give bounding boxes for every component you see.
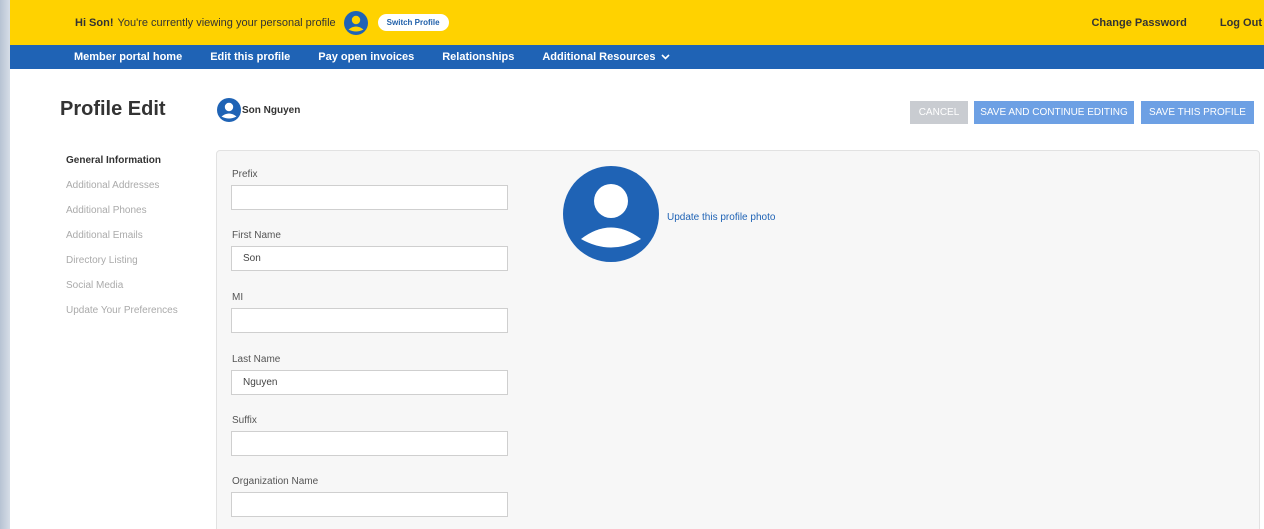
suffix-label: Suffix [232, 415, 257, 426]
prefix-input[interactable] [231, 185, 508, 210]
greeting: Hi Son! [75, 16, 114, 29]
sidebar-item-additional-phones[interactable]: Additional Phones [66, 205, 178, 230]
organization-name-label: Organization Name [232, 476, 319, 487]
organization-name-input[interactable] [231, 492, 508, 517]
main-nav: Member portal home Edit this profile Pay… [10, 45, 1264, 69]
nav-item-label: Additional Resources [542, 51, 656, 63]
nav-item-pay-open-invoices[interactable]: Pay open invoices [318, 51, 414, 63]
nav-item-relationships[interactable]: Relationships [442, 51, 514, 63]
sidebar-item-additional-addresses[interactable]: Additional Addresses [66, 180, 178, 205]
save-profile-button[interactable]: SAVE THIS PROFILE [1141, 101, 1254, 124]
nav-item-edit-profile[interactable]: Edit this profile [210, 51, 290, 63]
general-information-form: Prefix First Name MI Last Name Suffix Or… [216, 150, 1260, 529]
last-name-label: Last Name [232, 354, 281, 365]
account-links: Change Password Log Out [1091, 0, 1264, 45]
sidebar-item-general-information[interactable]: General Information [66, 155, 178, 180]
switch-profile-button[interactable]: Switch Profile [377, 14, 449, 31]
change-password-link[interactable]: Change Password [1091, 17, 1186, 29]
save-and-continue-button[interactable]: SAVE AND CONTINUE EDITING [974, 101, 1134, 124]
sidebar-item-social-media[interactable]: Social Media [66, 280, 178, 305]
profile-view-message: You're currently viewing your personal p… [117, 16, 336, 29]
window-edge [0, 0, 10, 529]
profile-name-text: Son Nguyen [242, 104, 301, 116]
nav-item-member-portal-home[interactable]: Member portal home [74, 51, 182, 63]
cancel-button[interactable]: CANCEL [910, 101, 968, 124]
top-bar: Hi Son! You're currently viewing your pe… [10, 0, 1264, 45]
first-name-input[interactable] [231, 246, 508, 271]
user-circle-icon [343, 10, 368, 35]
page: Hi Son! You're currently viewing your pe… [10, 0, 1264, 529]
user-circle-icon [217, 98, 241, 122]
last-name-input[interactable] [231, 370, 508, 395]
user-avatar-icon[interactable] [563, 166, 659, 262]
mi-input[interactable] [231, 308, 508, 333]
nav-item-additional-resources[interactable]: Additional Resources [542, 51, 671, 63]
suffix-input[interactable] [231, 431, 508, 456]
prefix-label: Prefix [232, 169, 258, 180]
sidebar-item-directory-listing[interactable]: Directory Listing [66, 255, 178, 280]
first-name-label: First Name [232, 230, 281, 241]
profile-sections-sidebar: General Information Additional Addresses… [66, 155, 178, 330]
mi-label: MI [232, 292, 244, 303]
chevron-down-icon [661, 54, 671, 60]
logout-link[interactable]: Log Out [1220, 17, 1262, 29]
sidebar-item-additional-emails[interactable]: Additional Emails [66, 230, 178, 255]
page-title: Profile Edit [60, 98, 166, 120]
sidebar-item-update-preferences[interactable]: Update Your Preferences [66, 305, 178, 330]
profile-name: Son Nguyen [217, 98, 300, 122]
update-photo-link[interactable]: Update this profile photo [667, 212, 775, 223]
